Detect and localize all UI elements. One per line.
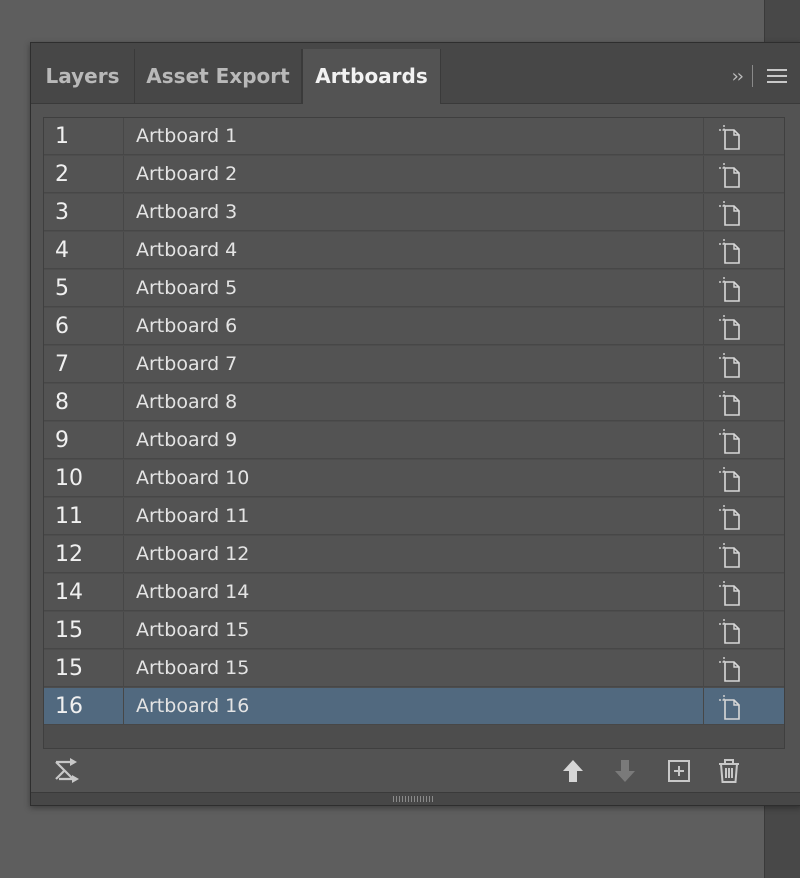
hamburger-menu-icon[interactable] xyxy=(767,69,787,83)
artboard-options-icon[interactable] xyxy=(718,428,740,454)
artboard-number: 5 xyxy=(44,270,124,307)
artboard-options-icon[interactable] xyxy=(718,390,740,416)
artboard-row[interactable]: 8 Artboard 8 xyxy=(44,384,784,421)
tab-asset-export[interactable]: Asset Export xyxy=(135,49,302,103)
artboard-options-icon[interactable] xyxy=(718,314,740,340)
artboard-number: 15 xyxy=(44,650,124,687)
artboard-name[interactable]: Artboard 4 xyxy=(124,232,704,269)
artboard-number: 9 xyxy=(44,422,124,459)
artboard-row[interactable]: 3 Artboard 3 xyxy=(44,194,784,231)
artboard-name[interactable]: Artboard 7 xyxy=(124,346,704,383)
artboard-options-cell[interactable] xyxy=(704,308,784,345)
tab-layers[interactable]: Layers xyxy=(31,49,135,103)
artboard-options-icon[interactable] xyxy=(718,618,740,644)
artboard-options-cell[interactable] xyxy=(704,118,784,155)
artboard-name[interactable]: Artboard 15 xyxy=(124,650,704,687)
artboard-name[interactable]: Artboard 6 xyxy=(124,308,704,345)
artboard-number: 3 xyxy=(44,194,124,231)
artboard-number: 1 xyxy=(44,118,124,155)
artboard-name[interactable]: Artboard 12 xyxy=(124,536,704,573)
artboard-options-cell[interactable] xyxy=(704,498,784,535)
artboard-options-cell[interactable] xyxy=(704,688,784,725)
tabbar-controls: ›› xyxy=(732,49,787,103)
artboard-options-cell[interactable] xyxy=(704,422,784,459)
artboard-number: 10 xyxy=(44,460,124,497)
artboard-options-cell[interactable] xyxy=(704,156,784,193)
artboard-name[interactable]: Artboard 3 xyxy=(124,194,704,231)
artboard-row[interactable]: 15 Artboard 15 xyxy=(44,612,784,649)
artboard-options-cell[interactable] xyxy=(704,574,784,611)
artboard-options-cell[interactable] xyxy=(704,612,784,649)
artboard-row[interactable]: 2 Artboard 2 xyxy=(44,156,784,193)
artboard-name[interactable]: Artboard 9 xyxy=(124,422,704,459)
artboard-number: 16 xyxy=(44,688,124,725)
tab-artboards[interactable]: Artboards xyxy=(302,49,441,104)
artboard-row[interactable]: 10 Artboard 10 xyxy=(44,460,784,497)
artboard-row[interactable]: 12 Artboard 12 xyxy=(44,536,784,573)
artboard-row[interactable]: 14 Artboard 14 xyxy=(44,574,784,611)
artboard-options-cell[interactable] xyxy=(704,536,784,573)
panel-resize-grip[interactable] xyxy=(31,792,800,805)
artboard-number: 6 xyxy=(44,308,124,345)
move-down-icon[interactable] xyxy=(611,757,639,785)
artboard-number: 14 xyxy=(44,574,124,611)
artboard-options-icon[interactable] xyxy=(718,200,740,226)
artboard-name[interactable]: Artboard 2 xyxy=(124,156,704,193)
artboard-name[interactable]: Artboard 11 xyxy=(124,498,704,535)
artboard-number: 7 xyxy=(44,346,124,383)
artboard-options-icon[interactable] xyxy=(718,124,740,150)
artboard-name[interactable]: Artboard 14 xyxy=(124,574,704,611)
artboard-number: 2 xyxy=(44,156,124,193)
artboard-name[interactable]: Artboard 10 xyxy=(124,460,704,497)
artboard-number: 15 xyxy=(44,612,124,649)
artboard-options-icon[interactable] xyxy=(718,656,740,682)
artboard-row[interactable]: 5 Artboard 5 xyxy=(44,270,784,307)
artboard-options-icon[interactable] xyxy=(718,238,740,264)
delete-artboard-icon[interactable] xyxy=(715,757,743,785)
artboard-options-cell[interactable] xyxy=(704,460,784,497)
artboard-name[interactable]: Artboard 15 xyxy=(124,612,704,649)
artboard-options-icon[interactable] xyxy=(718,466,740,492)
artboards-panel: Layers Asset Export Artboards ›› 1 Artboa… xyxy=(30,42,800,806)
artboard-row[interactable]: 11 Artboard 11 xyxy=(44,498,784,535)
artboard-options-cell[interactable] xyxy=(704,270,784,307)
artboard-number: 8 xyxy=(44,384,124,421)
artboard-row[interactable]: 16 Artboard 16 xyxy=(44,688,784,725)
rearrange-artboards-icon[interactable] xyxy=(53,757,81,785)
artboard-name[interactable]: Artboard 8 xyxy=(124,384,704,421)
artboard-options-icon[interactable] xyxy=(718,352,740,378)
move-up-icon[interactable] xyxy=(559,757,587,785)
artboard-options-icon[interactable] xyxy=(718,694,740,720)
artboard-options-icon[interactable] xyxy=(718,580,740,606)
artboard-name[interactable]: Artboard 5 xyxy=(124,270,704,307)
artboard-row[interactable]: 15 Artboard 15 xyxy=(44,650,784,687)
artboard-number: 12 xyxy=(44,536,124,573)
artboard-list: 1 Artboard 1 2 Artboard 2 3 Artboard 3 4 Artboa… xyxy=(43,117,785,749)
artboard-name[interactable]: Artboard 1 xyxy=(124,118,704,155)
panel-bottom-toolbar xyxy=(31,755,800,793)
divider xyxy=(752,65,753,87)
artboard-row[interactable]: 4 Artboard 4 xyxy=(44,232,784,269)
artboard-options-cell[interactable] xyxy=(704,384,784,421)
artboard-options-icon[interactable] xyxy=(718,542,740,568)
panel-tab-bar: Layers Asset Export Artboards ›› xyxy=(31,49,800,104)
collapse-panel-icon[interactable]: ›› xyxy=(732,66,744,87)
artboard-row[interactable]: 7 Artboard 7 xyxy=(44,346,784,383)
artboard-options-cell[interactable] xyxy=(704,650,784,687)
artboard-options-cell[interactable] xyxy=(704,232,784,269)
artboard-number: 11 xyxy=(44,498,124,535)
artboard-options-cell[interactable] xyxy=(704,194,784,231)
artboard-row[interactable]: 9 Artboard 9 xyxy=(44,422,784,459)
artboard-options-icon[interactable] xyxy=(718,504,740,530)
artboard-options-icon[interactable] xyxy=(718,276,740,302)
artboard-options-icon[interactable] xyxy=(718,162,740,188)
new-artboard-icon[interactable] xyxy=(665,757,693,785)
artboard-row[interactable]: 1 Artboard 1 xyxy=(44,118,784,155)
artboard-row[interactable]: 6 Artboard 6 xyxy=(44,308,784,345)
artboard-number: 4 xyxy=(44,232,124,269)
artboard-name[interactable]: Artboard 16 xyxy=(124,688,704,725)
grip-handle[interactable] xyxy=(393,796,433,802)
artboard-options-cell[interactable] xyxy=(704,346,784,383)
